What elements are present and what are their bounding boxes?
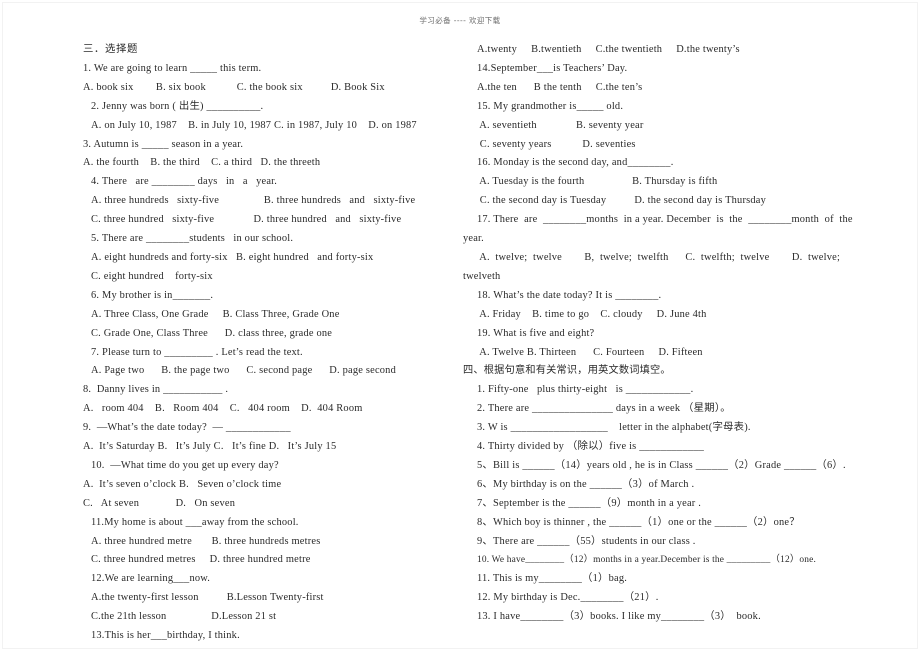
two-column-body: 三．选择题 1. We are going to learn _____ thi… [0,41,920,641]
page-header-watermark: 学习必备 ---- 欢迎下载 [419,16,501,25]
question-line: 17. There are ________months in a year. … [477,214,853,226]
option-line: A. book six B. six book C. the book six … [83,81,385,93]
option-line: A. the fourth B. the third C. a third D.… [83,157,321,169]
fill-blank-line: 9、There are ______（55）students in our cl… [477,535,696,547]
option-line: C. eight hundred forty-six [91,270,213,282]
question-line: 5. There are ________students in our sch… [91,233,294,245]
fill-blank-line: 8、Which boy is thinner , the ______（1）on… [477,516,800,528]
question-line: 1. We are going to learn _____ this term… [83,62,262,74]
fill-blank-line: 7、September is the ______（9）month in a y… [477,497,702,509]
question-line: 13.This is her___birthday, I think. [91,630,240,642]
fill-blank-line: 11. This is my________（1）bag. [477,573,628,585]
question-line: 6. My brother is in_______. [91,289,214,301]
section-title-three: 三．选择题 [83,44,139,55]
option-line: A. seventieth B. seventy year [477,119,644,131]
option-line: A. Twelve B. Thirteen C. Fourteen D. Fif… [477,346,703,358]
fill-blank-line: 12. My birthday is Dec.________（21）. [477,592,659,604]
section-title-four: 四、根据句意和有关常识，用英文数词填空。 [463,365,671,377]
question-line: 7. Please turn to _________ . Let’s read… [91,346,303,358]
question-line: 10. —What time do you get up every day? [91,459,279,471]
left-text-column: 三．选择题 1. We are going to learn _____ thi… [83,41,417,646]
option-line: A. Three Class, One Grade B. Class Three… [91,308,340,320]
question-line: 12.We are learning___now. [91,573,211,585]
question-line: 19. What is five and eight? [477,327,595,339]
option-line: A.twenty B.twentieth C.the twentieth D.t… [477,44,740,55]
right-text-column: A.twenty B.twentieth C.the twentieth D.t… [463,41,855,627]
fill-blank-line: 1. Fifty-one plus thirty-eight is ______… [477,384,694,396]
option-continuation-line: twelveth [463,270,501,282]
option-line: A. three hundreds sixty-five B. three hu… [91,195,416,207]
question-line: 18. What’s the date today? It is _______… [477,289,662,301]
option-line: A. Friday B. time to go C. cloudy D. Jun… [477,308,707,320]
option-line: C. At seven D. On seven [83,497,236,509]
option-line: C. three hundred sixty-five D. three hun… [91,214,402,226]
question-line: 9. —What’s the date today? — ___________… [83,422,291,434]
document-page: 学习必备 ---- 欢迎下载 三．选择题 1. We are going to … [0,0,920,651]
question-line: 11.My home is about ___away from the sch… [91,516,299,528]
option-line: A. room 404 B. Room 404 C. 404 room D. 4… [83,403,363,415]
fill-blank-line: 5、Bill is ______（14）years old , he is in… [477,459,846,471]
question-continuation-line: year. [463,233,484,245]
fill-blank-line: 13. I have________（3）books. I like my___… [477,611,761,623]
fill-blank-line: 2. There are _______________ days in a w… [477,403,731,415]
fill-blank-line: 6、My birthday is on the ______（3）of Marc… [477,478,695,490]
option-line: A.the twenty-first lesson B.Lesson Twent… [91,592,324,604]
option-line: C. Grade One, Class Three D. class three… [91,327,333,339]
question-line: 3. Autumn is _____ season in a year. [83,138,244,150]
option-line: A. three hundred metre B. three hundreds… [91,535,321,547]
option-line: A. eight hundreds and forty-six B. eight… [91,251,374,263]
question-line: 2. Jenny was born ( 出生) __________. [91,100,264,112]
option-line: A. Tuesday is the fourth B. Thursday is … [477,176,718,188]
question-line: 4. There are ________ days in a year. [91,176,278,188]
question-line: 15. My grandmother is_____ old. [477,100,624,112]
fill-blank-line: 4. Thirty divided by （除以）five is _______… [477,441,705,453]
fill-blank-line: 10. We have________（12）months in a year.… [477,555,817,566]
question-line: 16. Monday is the second day, and_______… [477,157,674,169]
option-line: A. It’s seven o’clock B. Seven o’clock t… [83,478,282,490]
fill-blank-line: 3. W is __________________ letter in the… [477,422,751,434]
option-line: A.the ten B the tenth C.the ten’s [477,81,643,93]
option-line: A. It’s Saturday B. It’s July C. It’s fi… [83,441,337,453]
option-line: C. three hundred metres D. three hundred… [91,554,311,566]
option-line: C. seventy years D. seventies [477,138,636,150]
question-line: 8. Danny lives in ___________ . [83,384,229,396]
option-line: A. on July 10, 1987 B. in July 10, 1987 … [91,119,417,131]
option-line: C. the second day is Tuesday D. the seco… [477,195,766,207]
option-line: A. Page two B. the page two C. second pa… [91,365,396,377]
question-line: 14.September___is Teachers’ Day. [477,62,628,74]
option-line: A. twelve; twelve B, twelve; twelfth C. … [477,251,841,263]
option-line: C.the 21th lesson D.Lesson 21 st [91,611,277,623]
